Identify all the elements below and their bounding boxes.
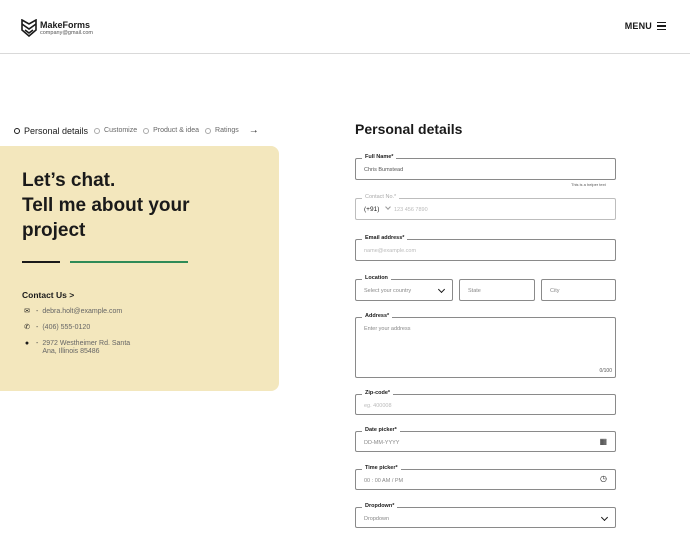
dropdown-placeholder: Dropdown xyxy=(364,516,390,522)
step-product-idea[interactable]: Product & idea xyxy=(143,127,199,134)
chat-headline: Let’s chat. Tell me about your project xyxy=(22,168,190,243)
hamburger-icon xyxy=(657,22,666,30)
full-name-value: Chris Bumstead xyxy=(364,167,404,173)
dropdown-label: Dropdown* xyxy=(362,503,398,509)
step-label: Product & idea xyxy=(153,127,200,134)
contact-us-link[interactable]: Contact Us > xyxy=(22,290,74,300)
address-char-counter: 0/100 xyxy=(599,368,612,374)
step-personal-details[interactable]: Personal details xyxy=(14,126,88,136)
contact-no-placeholder: 123 456 7890 xyxy=(394,207,428,213)
step-customize[interactable]: Customize xyxy=(94,127,137,134)
contact-no-field[interactable]: Contact No.* (+91) 123 456 7890 xyxy=(355,194,616,220)
mail-icon: ✉ xyxy=(24,308,30,315)
clock-icon[interactable]: ◷ xyxy=(600,474,607,483)
address-line-2: Ana, Illinois 85486 xyxy=(42,348,100,355)
zip-code-placeholder: eg. 400008 xyxy=(364,403,392,409)
full-name-label: Full Name* xyxy=(362,154,397,160)
country-code-prefix[interactable]: (+91) xyxy=(364,206,379,213)
date-picker-field[interactable]: Date picker* DD-MM-YYYY ▦ xyxy=(355,427,616,452)
zip-code-label: Zip-code* xyxy=(362,390,394,396)
dropdown-field[interactable]: Dropdown* Dropdown xyxy=(355,503,616,528)
divider-dark xyxy=(22,261,60,263)
chevron-right-icon: > xyxy=(69,290,75,300)
time-picker-field[interactable]: Time picker* 00 : 00 AM / PM ◷ xyxy=(355,465,616,490)
date-placeholder: DD-MM-YYYY xyxy=(364,440,400,446)
contact-no-label: Contact No.* xyxy=(362,194,400,200)
state-field[interactable]: State xyxy=(459,279,535,301)
time-picker-label: Time picker* xyxy=(362,465,401,471)
location-pin-icon: ● xyxy=(24,340,30,347)
time-placeholder: 00 : 00 AM / PM xyxy=(364,478,404,484)
address-placeholder: Enter your address xyxy=(364,326,411,332)
date-picker-label: Date picker* xyxy=(362,427,400,433)
step-ratings[interactable]: Ratings xyxy=(205,127,239,134)
top-header: MakeForms company@gmail.com MENU xyxy=(0,0,690,54)
form-stepper: Personal details Customize Product & ide… xyxy=(14,125,259,136)
chevron-down-icon xyxy=(437,285,446,294)
menu-label: MENU xyxy=(624,21,652,31)
contact-phone: (406) 555-0120 xyxy=(42,324,91,331)
contact-address-row: ● - 2972 Westheimer Rd. Santa Ana, Illin… xyxy=(22,340,130,356)
step-dot-icon xyxy=(143,127,150,134)
step-label: Customize xyxy=(104,127,138,134)
step-dot-icon xyxy=(94,127,101,134)
city-field[interactable]: City xyxy=(541,279,616,301)
contact-us-label: Contact Us xyxy=(22,290,67,300)
step-dot-icon xyxy=(205,127,212,134)
chevron-down-icon[interactable] xyxy=(600,513,609,522)
country-select[interactable]: Location Select your country xyxy=(355,275,453,301)
contact-email-row[interactable]: ✉ - debra.holt@example.com xyxy=(22,308,122,316)
address-textarea[interactable]: Address* Enter your address 0/100 xyxy=(355,313,616,378)
divider-green xyxy=(70,261,188,263)
form-title: Personal details xyxy=(355,121,463,137)
address-line-1: 2972 Westheimer Rd. Santa xyxy=(42,340,131,347)
headline-line-1: Let’s chat. xyxy=(22,170,116,191)
menu-button[interactable]: MENU xyxy=(625,21,666,31)
contact-address: 2972 Westheimer Rd. Santa Ana, Illinois … xyxy=(42,340,130,356)
makeforms-logo-icon[interactable] xyxy=(21,19,37,37)
chat-card: Let’s chat. Tell me about your project C… xyxy=(0,146,279,391)
location-label: Location xyxy=(362,275,391,281)
headline-line-2: Tell me about your xyxy=(22,195,190,216)
full-name-helper-text: This is a helper text xyxy=(571,182,606,187)
city-placeholder: City xyxy=(550,288,560,294)
state-placeholder: State xyxy=(468,288,481,294)
arrow-right-icon[interactable]: → xyxy=(249,125,259,136)
step-label: Ratings xyxy=(215,127,239,134)
email-placeholder: name@example.com xyxy=(364,248,417,254)
phone-icon: ✆ xyxy=(24,324,30,331)
headline-line-3: project xyxy=(22,220,86,241)
chevron-down-icon[interactable] xyxy=(385,204,391,211)
full-name-field[interactable]: Full Name* Chris Bumstead xyxy=(355,154,616,180)
zip-code-field[interactable]: Zip-code* eg. 400008 xyxy=(355,390,616,415)
step-label: Personal details xyxy=(24,125,89,136)
country-placeholder: Select your country xyxy=(364,288,412,294)
calendar-icon[interactable]: ▦ xyxy=(599,437,607,446)
brand-name: MakeForms xyxy=(40,20,91,30)
email-label: Email address* xyxy=(362,235,408,241)
contact-email: debra.holt@example.com xyxy=(42,308,123,315)
contact-phone-row[interactable]: ✆ - (406) 555-0120 xyxy=(22,324,90,332)
address-label: Address* xyxy=(362,313,393,319)
brand-email: company@gmail.com xyxy=(40,30,93,36)
email-field[interactable]: Email address* name@example.com xyxy=(355,235,616,261)
step-active-dot-icon xyxy=(14,127,20,134)
